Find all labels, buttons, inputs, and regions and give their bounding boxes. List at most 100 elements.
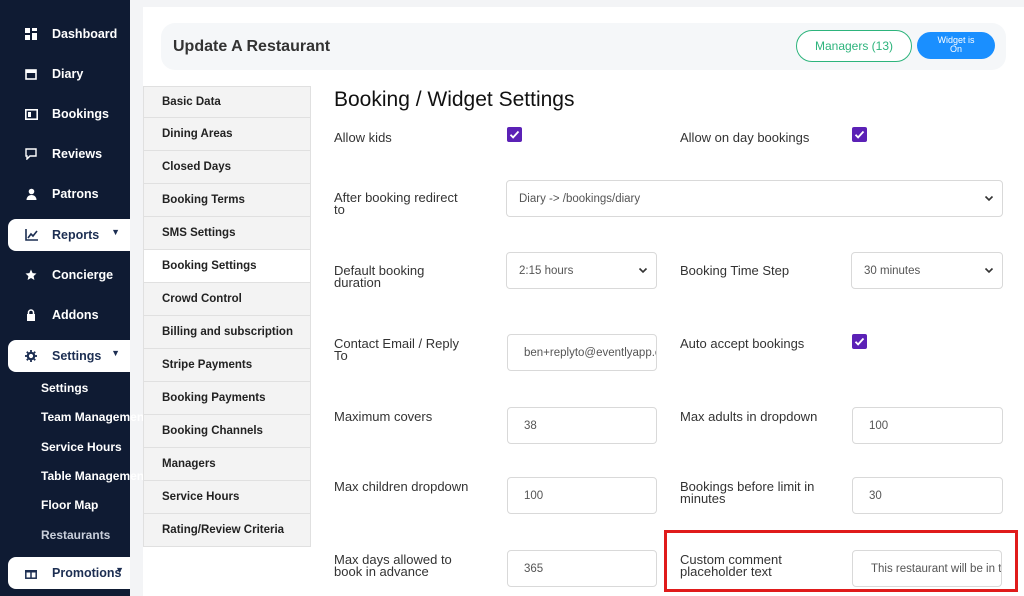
nav-settings[interactable]: Settings ▼ bbox=[8, 340, 130, 372]
allow-kids-checkbox[interactable] bbox=[507, 127, 522, 142]
star-icon bbox=[24, 268, 38, 282]
menu-item-managers[interactable]: Managers bbox=[143, 448, 311, 481]
chevron-down-icon bbox=[638, 267, 648, 274]
nav-promotions[interactable]: Promotions ▼ bbox=[8, 557, 130, 589]
max-days-label: Max days allowed to book in advance bbox=[334, 553, 452, 578]
limit-label-line2: minutes bbox=[680, 491, 726, 506]
caret-down-icon: ▼ bbox=[111, 348, 120, 358]
menu-item-dining-areas[interactable]: Dining Areas bbox=[143, 118, 311, 151]
check-icon bbox=[509, 130, 520, 139]
nav-label: Dashboard bbox=[52, 27, 118, 41]
auto-accept-label: Auto accept bookings bbox=[680, 336, 805, 351]
section-title: Booking / Widget Settings bbox=[334, 88, 575, 111]
subnav-service-hours[interactable]: Service Hours bbox=[41, 440, 122, 454]
bookings-icon bbox=[24, 107, 38, 121]
nav-label: Reports bbox=[52, 228, 100, 242]
menu-item-booking-settings[interactable]: Booking Settings bbox=[143, 250, 311, 283]
time-step-select[interactable]: 30 minutes bbox=[851, 252, 1003, 289]
limit-field[interactable]: 30 bbox=[852, 477, 1003, 514]
duration-label-line2: duration bbox=[334, 275, 381, 290]
time-step-select-value: 30 minutes bbox=[864, 264, 921, 277]
email-label-line1: Contact Email / Reply bbox=[334, 336, 459, 351]
subnav-team-management[interactable]: Team Management bbox=[41, 410, 148, 424]
chart-icon bbox=[24, 228, 38, 242]
nav-patrons[interactable]: Patrons bbox=[8, 178, 130, 210]
highlight-box bbox=[664, 530, 1018, 592]
max-children-field[interactable]: 100 bbox=[507, 477, 657, 514]
max-days-value: 365 bbox=[524, 562, 544, 575]
nav-reviews[interactable]: Reviews bbox=[8, 138, 130, 170]
gift-icon bbox=[24, 566, 38, 580]
duration-select[interactable]: 2:15 hours bbox=[506, 252, 657, 289]
widget-label-line2: On bbox=[949, 44, 962, 54]
calendar-icon bbox=[24, 67, 38, 81]
nav-label: Patrons bbox=[52, 187, 99, 201]
nav-label: Reviews bbox=[52, 147, 103, 161]
max-children-value: 100 bbox=[524, 489, 544, 502]
redirect-select-value: Diary -> /bookings/diary bbox=[519, 192, 641, 205]
menu-item-stripe-payments[interactable]: Stripe Payments bbox=[143, 349, 311, 382]
gear-icon bbox=[24, 349, 38, 363]
menu-item-booking-channels[interactable]: Booking Channels bbox=[143, 415, 311, 448]
redirect-label-line1: After booking redirect bbox=[334, 190, 458, 205]
allow-kids-label: Allow kids bbox=[334, 130, 392, 145]
check-icon bbox=[854, 337, 865, 346]
menu-item-rating-criteria[interactable]: Rating/Review Criteria bbox=[143, 514, 311, 547]
nav-label: Concierge bbox=[52, 268, 114, 282]
menu-item-basic-data[interactable]: Basic Data bbox=[143, 86, 311, 118]
user-icon bbox=[24, 187, 38, 201]
duration-select-value: 2:15 hours bbox=[519, 264, 574, 277]
page-title: Update A Restaurant bbox=[173, 38, 331, 55]
nav-label: Promotions bbox=[52, 566, 122, 580]
managers-button[interactable]: Managers (13) bbox=[796, 30, 912, 62]
redirect-select[interactable]: Diary -> /bookings/diary bbox=[506, 180, 1003, 217]
max-covers-field[interactable]: 38 bbox=[507, 407, 657, 444]
max-days-field[interactable]: 365 bbox=[507, 550, 657, 587]
dashboard-icon bbox=[24, 27, 38, 41]
chevron-down-icon bbox=[984, 195, 994, 202]
subnav-restaurants[interactable]: Restaurants bbox=[41, 528, 110, 542]
menu-item-service-hours[interactable]: Service Hours bbox=[143, 481, 311, 514]
subnav-settings[interactable]: Settings bbox=[41, 381, 88, 395]
nav-label: Diary bbox=[52, 67, 84, 81]
settings-menu: Basic Data Dining Areas Closed Days Book… bbox=[143, 86, 311, 547]
time-step-label: Booking Time Step bbox=[680, 263, 790, 278]
sidebar: Dashboard Diary Bookings Reviews Patrons… bbox=[0, 0, 148, 596]
allow-on-day-label: Allow on day bookings bbox=[680, 130, 810, 145]
menu-item-booking-terms[interactable]: Booking Terms bbox=[143, 184, 311, 217]
limit-label: Bookings before limit in minutes bbox=[680, 480, 814, 506]
addons-icon bbox=[24, 308, 38, 322]
nav-label: Bookings bbox=[52, 107, 109, 121]
max-adults-label: Max adults in dropdown bbox=[680, 409, 818, 424]
nav-dashboard[interactable]: Dashboard bbox=[8, 18, 130, 50]
max-adults-field[interactable]: 100 bbox=[852, 407, 1003, 444]
caret-down-icon: ▼ bbox=[115, 565, 124, 575]
auto-accept-checkbox[interactable] bbox=[852, 334, 867, 349]
menu-item-billing[interactable]: Billing and subscription bbox=[143, 316, 311, 349]
nav-concierge[interactable]: Concierge bbox=[8, 259, 130, 291]
menu-item-booking-payments[interactable]: Booking Payments bbox=[143, 382, 311, 415]
allow-on-day-checkbox[interactable] bbox=[852, 127, 867, 142]
redirect-label: After booking redirect to bbox=[334, 190, 458, 217]
menu-item-sms-settings[interactable]: SMS Settings bbox=[143, 217, 311, 250]
subnav-floor-map[interactable]: Floor Map bbox=[41, 498, 98, 512]
redirect-label-line2: to bbox=[334, 202, 345, 217]
email-field[interactable]: ben+replyto@eventlyapp.com bbox=[507, 334, 657, 371]
caret-down-icon: ▼ bbox=[111, 227, 120, 237]
nav-reports[interactable]: Reports ▼ bbox=[8, 219, 130, 251]
nav-diary[interactable]: Diary bbox=[8, 58, 130, 90]
reviews-icon bbox=[24, 147, 38, 161]
max-covers-value: 38 bbox=[524, 419, 537, 432]
menu-item-crowd-control[interactable]: Crowd Control bbox=[143, 283, 311, 316]
chevron-down-icon bbox=[984, 267, 994, 274]
nav-bookings[interactable]: Bookings bbox=[8, 98, 130, 130]
subnav-table-management[interactable]: Table Management bbox=[41, 469, 148, 483]
nav-label: Addons bbox=[52, 308, 99, 322]
max-covers-label: Maximum covers bbox=[334, 409, 433, 424]
email-label-line2: To bbox=[334, 348, 348, 363]
widget-toggle-button[interactable]: Widget is On bbox=[917, 32, 995, 59]
nav-label: Settings bbox=[52, 349, 102, 363]
limit-value: 30 bbox=[869, 489, 882, 502]
menu-item-closed-days[interactable]: Closed Days bbox=[143, 151, 311, 184]
nav-addons[interactable]: Addons bbox=[8, 299, 130, 331]
